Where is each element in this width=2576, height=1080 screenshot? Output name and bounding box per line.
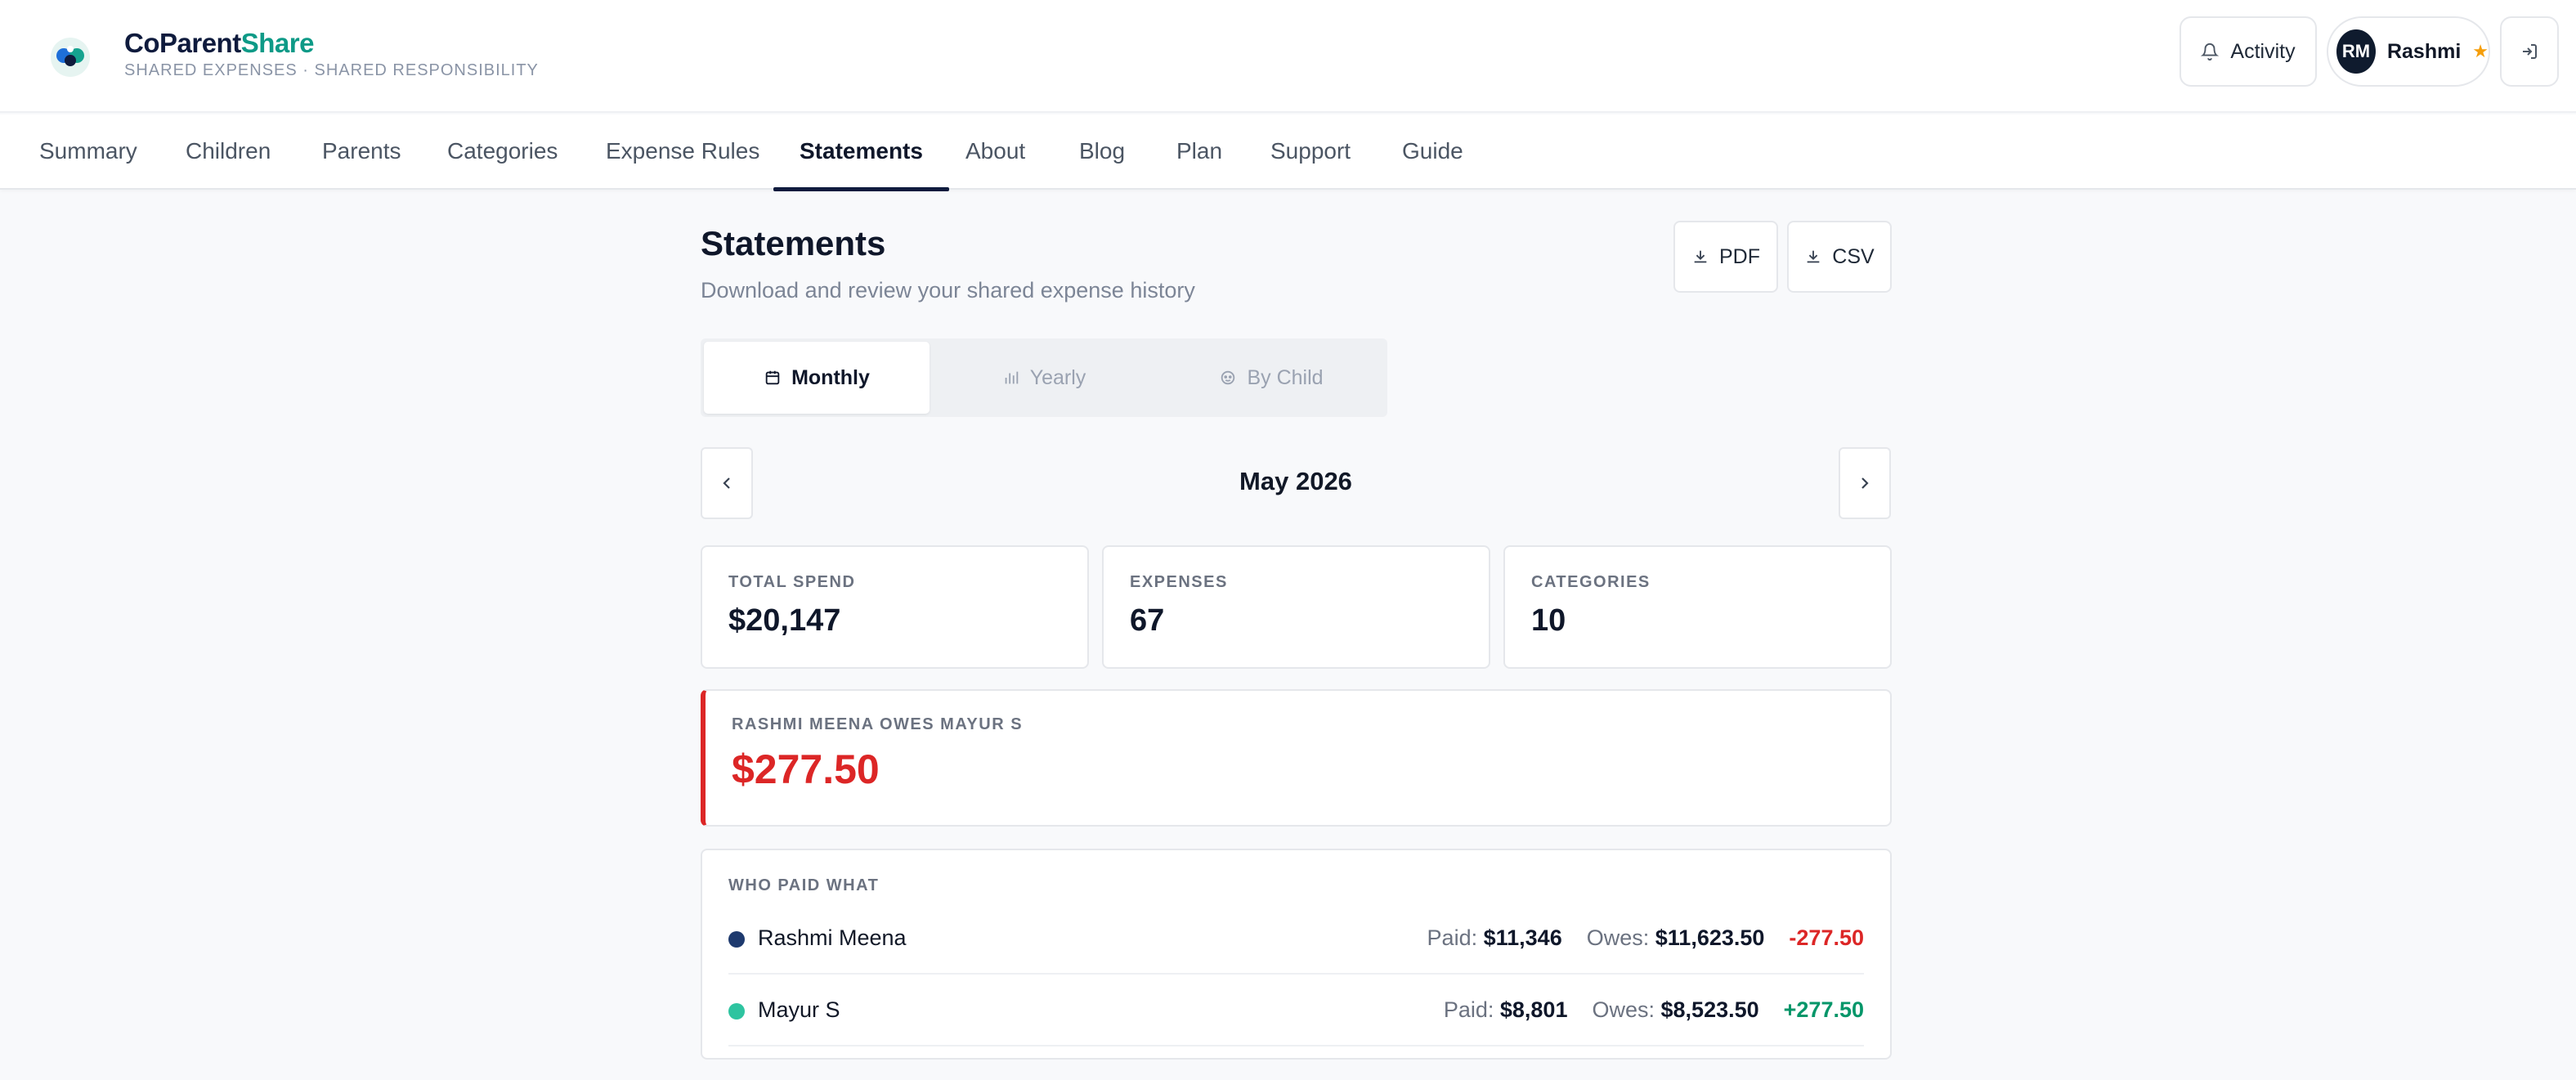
stat-value: 67 [1130, 603, 1165, 638]
previous-month-button[interactable] [701, 447, 753, 519]
tab-monthly[interactable]: Monthly [704, 342, 930, 414]
user-menu-button[interactable]: RM Rashmi ★ [2327, 16, 2490, 87]
stat-label: EXPENSES [1130, 573, 1228, 591]
nav-item-plan[interactable]: Plan [1176, 114, 1222, 190]
logout-icon [2523, 44, 2537, 59]
brand[interactable]: CoParentShare SHARED EXPENSES · SHARED R… [124, 28, 539, 80]
nav-item-children[interactable]: Children [186, 114, 271, 190]
owes-amount: $8,523.50 [1660, 997, 1759, 1022]
owes-amount: $11,623.50 [1655, 925, 1765, 950]
child-icon [1221, 370, 1235, 385]
nav-item-guide[interactable]: Guide [1402, 114, 1463, 190]
nav-item-expense-rules[interactable]: Expense Rules [606, 114, 759, 190]
payment-figures: Paid: $8,801 Owes: $8,523.50 +277.50 [1443, 997, 1864, 1022]
download-csv-button[interactable]: CSV [1787, 221, 1892, 293]
chevron-right-icon [1861, 477, 1869, 489]
avatar: RM [2336, 29, 2376, 74]
stat-label: TOTAL SPEND [728, 573, 856, 591]
statement-view-tabs: Monthly Yearly By Child [701, 338, 1387, 417]
who-paid-card: WHO PAID WHAT Rashmi Meena Paid: $11,346… [701, 849, 1892, 1060]
pdf-label: PDF [1719, 244, 1760, 268]
calendar-icon [765, 370, 780, 385]
balance-amount: $277.50 [732, 746, 880, 792]
parent-color-dot [728, 931, 745, 948]
balance-card: RASHMI MEENA OWES MAYUR S $277.50 [701, 689, 1892, 827]
premium-star-icon: ★ [2472, 41, 2489, 61]
page-title: Statements [701, 224, 886, 262]
parent-color-dot [728, 1003, 745, 1020]
bell-icon [2201, 43, 2220, 60]
nav-item-about[interactable]: About [965, 114, 1025, 190]
stat-card-total-spend: TOTAL SPEND $20,147 [701, 545, 1089, 669]
download-pdf-button[interactable]: PDF [1673, 221, 1778, 293]
stat-value: $20,147 [728, 603, 841, 638]
next-month-button[interactable] [1839, 447, 1891, 519]
paid-amount: $11,346 [1483, 925, 1562, 950]
activity-button[interactable]: Activity [2180, 16, 2317, 87]
parent-name: Mayur S [758, 997, 840, 1022]
payment-figures: Paid: $11,346 Owes: $11,623.50 -277.50 [1427, 925, 1864, 950]
download-icon [1694, 250, 1707, 263]
nav-item-support[interactable]: Support [1270, 114, 1351, 190]
net-amount: +277.50 [1783, 997, 1864, 1022]
tab-label: Monthly [791, 365, 870, 389]
tab-label: Yearly [1029, 365, 1086, 389]
who-paid-title: WHO PAID WHAT [728, 876, 880, 894]
brand-name: CoParentShare [124, 28, 314, 58]
logout-button[interactable] [2500, 16, 2559, 87]
list-item: Mayur S Paid: $8,801 Owes: $8,523.50 +27… [728, 975, 1864, 1046]
tab-yearly[interactable]: Yearly [931, 342, 1157, 414]
activity-label: Activity [2230, 39, 2296, 63]
download-icon [1807, 250, 1820, 263]
main-nav: Summary Children Parents Categories Expe… [0, 114, 2576, 191]
current-period-label: May 2026 [1239, 467, 1352, 495]
stat-card-categories: CATEGORIES 10 [1503, 545, 1892, 669]
parent-name: Rashmi Meena [758, 925, 907, 950]
net-amount: -277.50 [1789, 925, 1864, 950]
brand-tagline: SHARED EXPENSES · SHARED RESPONSIBILITY [124, 61, 539, 79]
nav-item-blog[interactable]: Blog [1079, 114, 1125, 190]
app-logo [51, 38, 90, 77]
nav-item-summary[interactable]: Summary [39, 114, 137, 190]
balance-label: RASHMI MEENA OWES MAYUR S [732, 715, 1024, 733]
list-item: Rashmi Meena Paid: $11,346 Owes: $11,623… [728, 903, 1864, 975]
stat-value: 10 [1531, 603, 1566, 638]
tab-by-child[interactable]: By Child [1158, 342, 1384, 414]
nav-item-parents[interactable]: Parents [322, 114, 401, 190]
chevron-left-icon [723, 477, 730, 489]
user-name: Rashmi [2386, 39, 2462, 63]
nav-item-categories[interactable]: Categories [447, 114, 558, 190]
stat-label: CATEGORIES [1531, 573, 1651, 591]
paid-amount: $8,801 [1499, 997, 1568, 1022]
bar-chart-icon [1005, 371, 1018, 384]
stat-card-expenses: EXPENSES 67 [1102, 545, 1490, 669]
csv-label: CSV [1832, 244, 1875, 268]
app-header: CoParentShare SHARED EXPENSES · SHARED R… [0, 0, 2576, 113]
nav-item-statements[interactable]: Statements [773, 114, 949, 191]
tab-label: By Child [1247, 365, 1324, 389]
page-subtitle: Download and review your shared expense … [701, 278, 1195, 302]
